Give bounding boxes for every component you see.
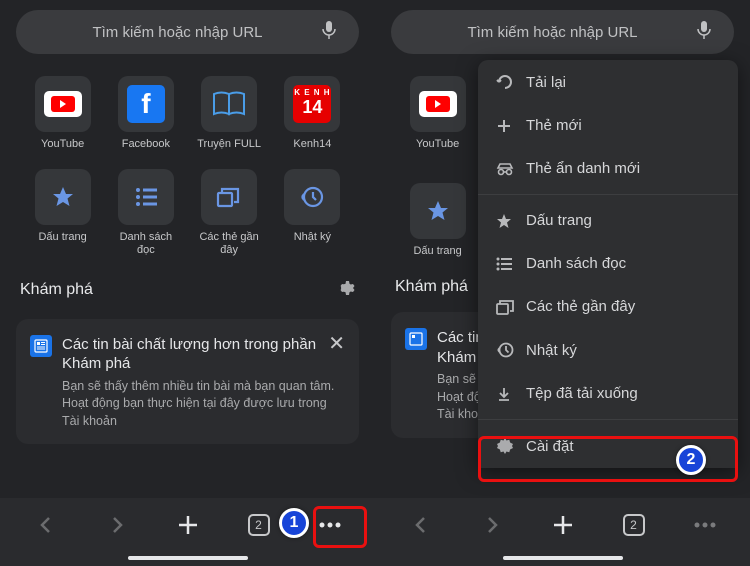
menu-recent-tabs[interactable]: Các thẻ gần đây [478, 285, 738, 328]
nav-menu-icon[interactable] [683, 503, 727, 547]
shortcuts-row-1: YouTube f Facebook Truyện FULL K E N H14… [0, 64, 375, 157]
close-icon[interactable]: ✕ [328, 331, 345, 356]
menu-reading-list[interactable]: Danh sách đọc [478, 242, 738, 285]
discover-card[interactable]: Các tin bài chất lượng hơn trong phần Kh… [16, 319, 359, 445]
shortcut-truyen[interactable]: Truyện FULL [193, 76, 266, 151]
nav-forward-icon[interactable] [95, 503, 139, 547]
shortcut-youtube[interactable]: YouTube [26, 76, 99, 151]
nav-tabs-icon[interactable]: 2 [612, 503, 656, 547]
incognito-icon [496, 162, 526, 176]
menu-history[interactable]: Nhật ký [478, 328, 738, 372]
nav-back-icon[interactable] [24, 503, 68, 547]
plus-icon [496, 118, 526, 134]
shortcut-bookmarks[interactable]: Dấu trang [401, 183, 474, 258]
card-title: Các tin bài chất lượng hơn trong phần Kh… [62, 335, 345, 374]
home-indicator [503, 556, 623, 560]
reload-icon [496, 73, 526, 91]
card-body: Bạn sẽ thấy thêm nhiều tin bài mà bạn qu… [62, 378, 345, 431]
news-icon [30, 335, 52, 357]
tabs-icon [496, 299, 526, 315]
star-icon [496, 213, 526, 229]
step-badge-1: 1 [279, 508, 309, 538]
discover-header: Khám phá [0, 264, 375, 313]
shortcut-youtube[interactable]: YouTube [401, 76, 474, 151]
overflow-menu: Tải lại Thẻ mới Thẻ ẩn danh mới Dấu tran… [478, 60, 738, 468]
search-bar[interactable]: Tìm kiếm hoặc nhập URL [16, 10, 359, 54]
shortcut-recent-tabs[interactable]: Các thẻ gần đây [193, 169, 266, 257]
menu-bookmarks[interactable]: Dấu trang [478, 199, 738, 242]
nav-forward-icon[interactable] [470, 503, 514, 547]
discover-title: Khám phá [20, 281, 335, 299]
step-badge-2: 2 [676, 445, 706, 475]
nav-new-tab-icon[interactable] [166, 503, 210, 547]
search-placeholder: Tìm kiếm hoặc nhập URL [34, 24, 321, 41]
screen-left: Tìm kiếm hoặc nhập URL YouTube f Faceboo… [0, 0, 375, 566]
nav-tabs-icon[interactable]: 2 [237, 503, 281, 547]
mic-icon[interactable] [321, 20, 341, 44]
discover-gear-icon[interactable] [335, 278, 355, 303]
shortcut-facebook[interactable]: f Facebook [109, 76, 182, 151]
shortcut-bookmarks[interactable]: Dấu trang [26, 169, 99, 257]
shortcut-history[interactable]: Nhật ký [276, 169, 349, 257]
history-icon [496, 341, 526, 359]
news-icon [405, 328, 427, 350]
menu-incognito[interactable]: Thẻ ẩn danh mới [478, 147, 738, 190]
shortcuts-row-2: Dấu trang Danh sách đọc Các thẻ gần đây … [0, 157, 375, 263]
download-icon [496, 386, 526, 402]
home-indicator [128, 556, 248, 560]
mic-icon[interactable] [696, 20, 716, 44]
shortcut-reading-list[interactable]: Danh sách đọc [109, 169, 182, 257]
screen-right: Tìm kiếm hoặc nhập URL YouTube Dấu trang… [375, 0, 750, 566]
menu-new-tab[interactable]: Thẻ mới [478, 104, 738, 147]
search-bar[interactable]: Tìm kiếm hoặc nhập URL [391, 10, 734, 54]
nav-back-icon[interactable] [399, 503, 443, 547]
shortcut-kenh14[interactable]: K E N H14 Kenh14 [276, 76, 349, 151]
highlight-box-1 [313, 506, 367, 548]
menu-reload[interactable]: Tải lại [478, 60, 738, 104]
search-placeholder: Tìm kiếm hoặc nhập URL [409, 24, 696, 41]
menu-downloads[interactable]: Tệp đã tải xuống [478, 372, 738, 415]
nav-new-tab-icon[interactable] [541, 503, 585, 547]
list-icon [496, 257, 526, 271]
